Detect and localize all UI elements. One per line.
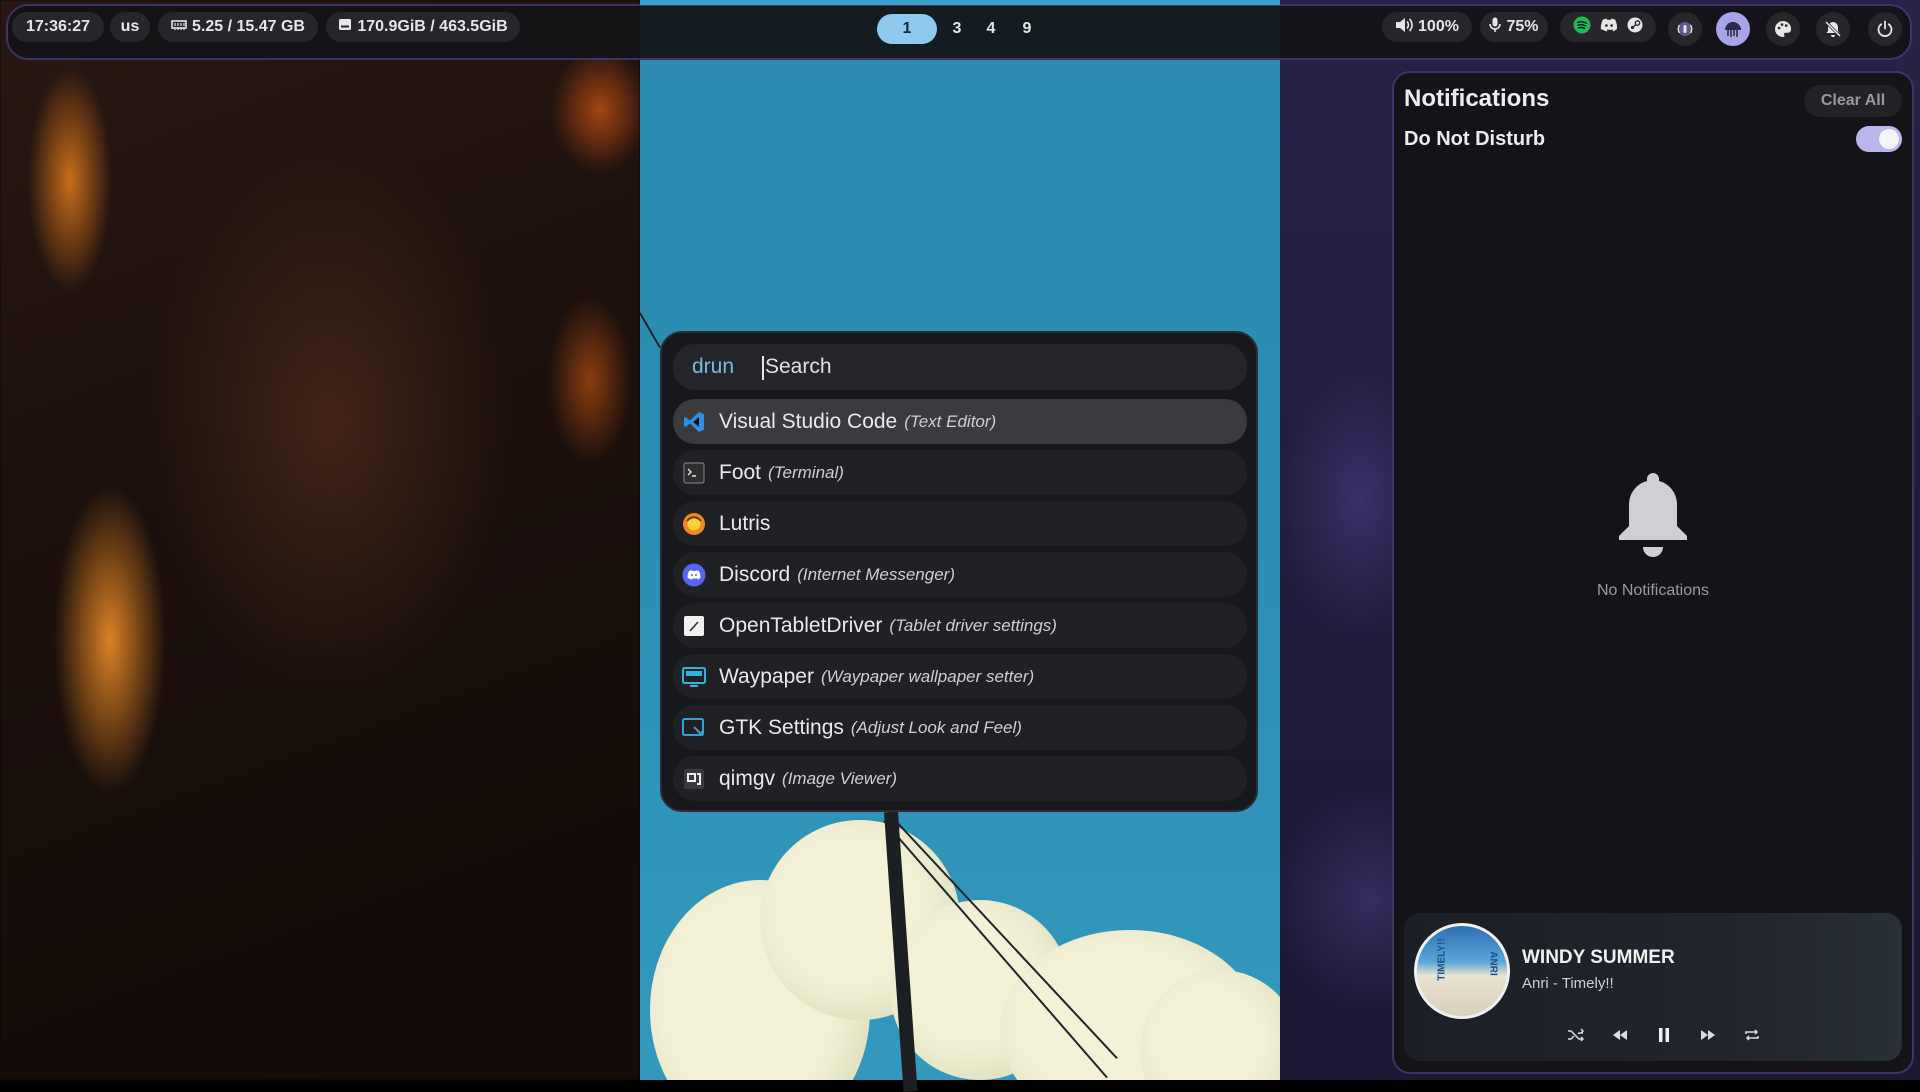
disk-usage[interactable]: 170.9GiB / 463.5GiB xyxy=(326,12,520,42)
app-item-opentabletdriver[interactable]: OpenTabletDriver (Tablet driver settings… xyxy=(673,603,1247,648)
media-controls xyxy=(1564,1023,1764,1047)
app-item-foot[interactable]: Foot (Terminal) xyxy=(673,450,1247,495)
do-not-disturb-toggle[interactable] xyxy=(1856,126,1902,152)
app-name: qimgv xyxy=(719,766,776,790)
workspace-label: 4 xyxy=(986,20,996,37)
vscode-icon xyxy=(681,409,707,435)
app-item-gtk-settings[interactable]: GTK Settings (Adjust Look and Feel) xyxy=(673,705,1247,750)
workspace-4[interactable]: 4 xyxy=(976,14,1006,44)
album-art: TIMELY!! ANRI xyxy=(1414,923,1510,1019)
speaker-icon xyxy=(1395,17,1413,38)
palette-icon[interactable] xyxy=(1766,12,1800,46)
memory-usage[interactable]: 5.25 / 15.47 GB xyxy=(158,12,318,42)
terminal-icon xyxy=(681,460,707,486)
memory-icon xyxy=(171,18,187,36)
album-art-text: TIMELY!! xyxy=(1436,938,1448,981)
app-item-discord[interactable]: Discord (Internet Messenger) xyxy=(673,552,1247,597)
repeat-icon[interactable] xyxy=(1740,1023,1764,1047)
disk-icon xyxy=(338,18,352,36)
keyboard-layout[interactable]: us xyxy=(110,12,150,42)
top-bar-accent xyxy=(640,0,1280,5)
app-description: (Tablet driver settings) xyxy=(889,615,1057,635)
mic-text: 75% xyxy=(1506,18,1539,35)
app-description: (Adjust Look and Feel) xyxy=(850,717,1022,737)
volume-control[interactable]: 100% xyxy=(1382,12,1472,42)
app-description: (Image Viewer) xyxy=(782,768,897,788)
app-name: Foot xyxy=(719,460,762,484)
steam-icon[interactable] xyxy=(1627,17,1643,38)
clock[interactable]: 17:36:27 xyxy=(12,12,104,42)
app-description: (Internet Messenger) xyxy=(797,564,955,584)
previous-icon[interactable] xyxy=(1608,1023,1632,1047)
workspace-label: 3 xyxy=(952,20,962,37)
lutris-icon xyxy=(681,511,707,537)
app-name: Discord xyxy=(719,562,791,586)
bell-off-icon[interactable] xyxy=(1816,12,1850,46)
notification-panel: Notifications Clear All Do Not Disturb N… xyxy=(1392,71,1914,1074)
toggle-knob xyxy=(1879,129,1899,149)
wallpaper-icon xyxy=(681,664,707,690)
next-icon[interactable] xyxy=(1696,1023,1720,1047)
keyboard-layout-text: us xyxy=(120,18,140,35)
image-viewer-icon xyxy=(681,766,707,792)
memory-text: 5.25 / 15.47 GB xyxy=(192,18,305,35)
workspace-label: 9 xyxy=(1022,20,1032,37)
app-name: Lutris xyxy=(719,511,771,535)
workspace-9[interactable]: 9 xyxy=(1012,14,1042,44)
clock-text: 17:36:27 xyxy=(25,18,91,35)
spotify-icon[interactable] xyxy=(1573,16,1591,39)
app-launcher: drun Visual Studio Code (Text Editor) Fo… xyxy=(660,331,1258,812)
no-notifications-text: No Notifications xyxy=(1596,582,1710,599)
app-description: (Text Editor) xyxy=(904,411,997,431)
workspace-1[interactable]: 1 xyxy=(877,14,937,44)
workspace-label: 1 xyxy=(902,20,912,37)
clear-all-button[interactable]: Clear All xyxy=(1804,85,1902,117)
disk-text: 170.9GiB / 463.5GiB xyxy=(357,18,508,35)
track-title: WINDY SUMMER xyxy=(1522,947,1675,968)
album-art-text: ANRI xyxy=(1487,951,1499,976)
app-description: (Terminal) xyxy=(768,462,844,482)
search-input[interactable] xyxy=(759,350,1241,384)
system-tray xyxy=(1560,12,1656,42)
app-item-lutris[interactable]: Lutris xyxy=(673,501,1247,546)
notifications-title: Notifications xyxy=(1404,85,1550,112)
bell-icon xyxy=(1615,469,1691,566)
discord-icon[interactable] xyxy=(1600,18,1618,37)
microphone-icon xyxy=(1489,17,1502,38)
media-player: TIMELY!! ANRI WINDY SUMMER Anri - Timely… xyxy=(1404,913,1902,1061)
app-name: Waypaper xyxy=(719,664,814,688)
workspace-3[interactable]: 3 xyxy=(942,14,972,44)
app-name: GTK Settings xyxy=(719,715,844,739)
settings-window-icon xyxy=(681,715,707,741)
search-bar: drun xyxy=(673,344,1247,390)
volume-text: 100% xyxy=(1418,18,1459,35)
shuffle-icon[interactable] xyxy=(1564,1023,1588,1047)
app-description: (Waypaper wallpaper setter) xyxy=(820,666,1035,686)
text-caret xyxy=(762,356,764,380)
wallpaper-left xyxy=(0,0,640,1080)
do-not-disturb-label: Do Not Disturb xyxy=(1404,128,1546,150)
jellyfish-icon[interactable] xyxy=(1716,12,1750,46)
power-icon[interactable] xyxy=(1868,12,1902,46)
app-name: OpenTabletDriver xyxy=(719,613,883,637)
mic-control[interactable]: 75% xyxy=(1480,12,1548,42)
pause-icon[interactable] xyxy=(1652,1023,1676,1047)
app-item-vscode[interactable]: Visual Studio Code (Text Editor) xyxy=(673,399,1247,444)
app-item-waypaper[interactable]: Waypaper (Waypaper wallpaper setter) xyxy=(673,654,1247,699)
app-item-qimgv[interactable]: qimgv (Image Viewer) xyxy=(673,756,1247,801)
track-artist: Anri - Timely!! xyxy=(1522,975,1614,992)
tablet-icon xyxy=(681,613,707,639)
discord-icon xyxy=(681,562,707,588)
broadcast-icon[interactable] xyxy=(1668,12,1702,46)
app-name: Visual Studio Code xyxy=(719,409,898,433)
launcher-mode[interactable]: drun xyxy=(683,350,743,384)
